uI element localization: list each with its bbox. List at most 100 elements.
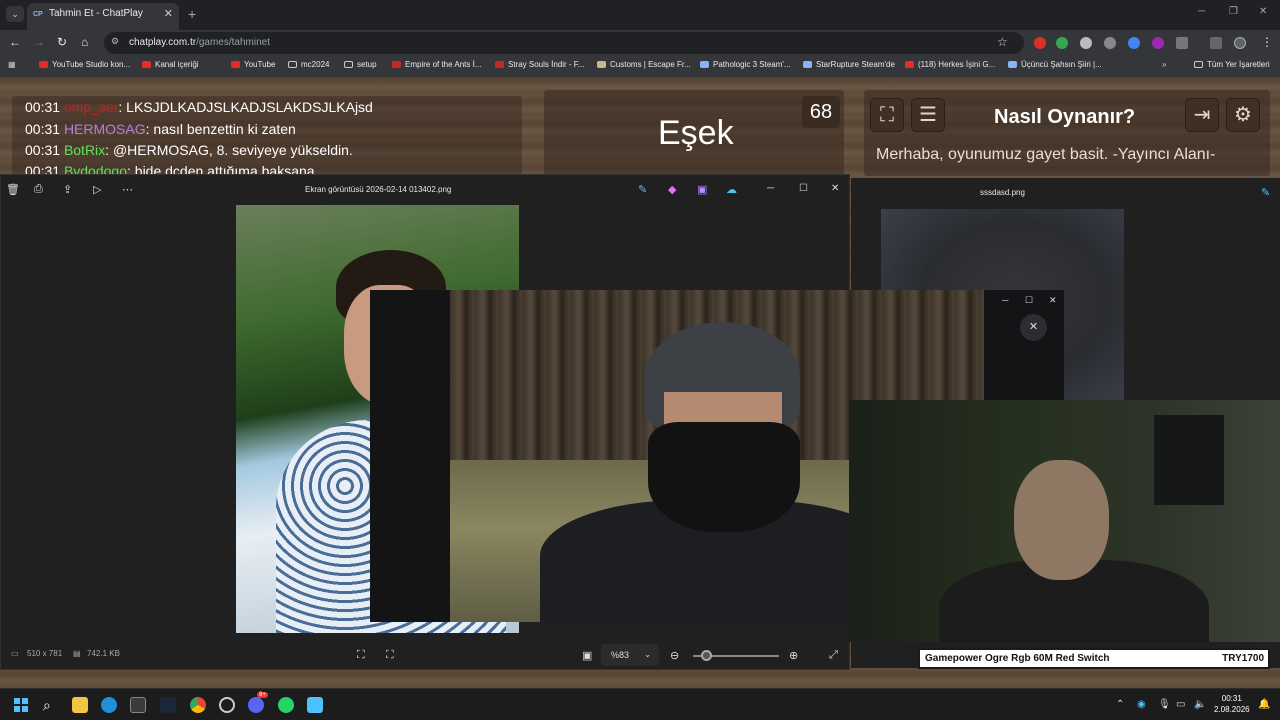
steam-icon [700, 61, 709, 68]
address-bar[interactable]: ⚙ chatplay.com.tr/games/tahminet ☆ [104, 32, 1024, 54]
crop-icon[interactable]: ⛶ [386, 649, 394, 662]
extension-red-icon[interactable] [1034, 37, 1046, 49]
restore-icon[interactable]: ❐ [1229, 6, 1238, 17]
expand-icon[interactable]: ⤢ [829, 649, 838, 662]
edit-icon[interactable]: ✎ [1261, 186, 1270, 199]
bookmark-item[interactable]: Empire of the Ants İ... [392, 60, 481, 69]
windows-start-icon[interactable] [14, 698, 28, 712]
new-tab-icon[interactable]: + [188, 6, 196, 22]
popup-maximize-icon[interactable]: ☐ [1025, 295, 1033, 306]
share-icon[interactable]: ⇪ [63, 183, 72, 196]
all-bookmarks-folder[interactable]: Tüm Yer İşaretleri [1194, 60, 1270, 69]
extension-grid-icon[interactable] [1080, 37, 1092, 49]
profile-avatar[interactable] [1234, 37, 1246, 49]
viewer-close-icon[interactable]: ✕ [831, 183, 839, 194]
tab-search-button[interactable]: ⌄ [6, 6, 24, 22]
bookmark-item[interactable]: Üçüncü Şahsın Şiiri |... [1008, 60, 1102, 69]
ticker-product: Gamepower Ogre Rgb 60M Red Switch [925, 653, 1110, 664]
close-window-icon[interactable]: ✕ [1259, 6, 1267, 17]
chat-message: 00:31 BotRix: @HERMOSAG, 8. seviyeye yük… [25, 142, 353, 158]
minimize-icon[interactable]: ─ [1198, 6, 1205, 17]
actual-size-icon[interactable]: ▣ [582, 649, 592, 662]
more-options-icon[interactable]: ⋯ [122, 183, 133, 196]
zoom-dropdown[interactable]: %83 ⌄ [601, 644, 659, 666]
bookmark-item[interactable]: StarRupture Steam'de [803, 60, 895, 69]
zoom-out-icon[interactable]: ⊖ [670, 649, 679, 662]
whatsapp-icon[interactable] [278, 697, 294, 713]
settings-gear-icon[interactable]: ⚙ [1226, 98, 1260, 132]
app-icon[interactable] [219, 697, 235, 713]
print-icon[interactable]: ⎙ [34, 183, 43, 196]
photos-icon[interactable] [307, 697, 323, 713]
viewer-minimize-icon[interactable]: ─ [767, 183, 774, 194]
site-info-icon[interactable]: ⚙ [111, 36, 119, 47]
bookmark-item[interactable]: Pathologic 3 Steam'... [700, 60, 791, 69]
exit-icon[interactable]: ⇥ [1185, 98, 1219, 132]
extension-purple-icon[interactable] [1152, 37, 1164, 49]
extension-blue-icon[interactable] [1128, 37, 1140, 49]
fullscreen-icon[interactable]: ⛶ [870, 98, 904, 132]
extension-green-icon[interactable] [1056, 37, 1068, 49]
zoom-in-icon[interactable]: ⊕ [789, 649, 798, 662]
document-icon[interactable]: ☰ [911, 98, 945, 132]
zoom-slider-knob[interactable] [701, 650, 712, 661]
popup-close-window-icon[interactable]: ✕ [1049, 295, 1057, 306]
slideshow-icon[interactable]: ▷ [93, 183, 101, 196]
steam-icon[interactable] [160, 697, 176, 713]
onedrive-cloud-icon[interactable]: ☁ [726, 183, 737, 196]
apps-grid-icon[interactable]: ▦ [8, 60, 16, 69]
chat-username[interactable]: HERMOSAG [64, 121, 146, 137]
bookmark-folder[interactable]: mc2024 [288, 60, 329, 69]
chatplay-favicon-icon: CP [33, 11, 43, 18]
clock[interactable]: 00:31 2.08.2026 [1214, 693, 1250, 715]
forward-icon[interactable]: → [33, 35, 45, 49]
tab-active[interactable]: CP Tahmin Et - ChatPlay ✕ [27, 3, 179, 30]
info-panel: ⛶ ☰ Nasıl Oynanır? ⇥ ⚙ Merhaba, oyunumuz… [864, 90, 1270, 176]
designer-icon[interactable]: ◆ [668, 183, 676, 196]
volume-icon[interactable]: 🔈 [1194, 699, 1206, 710]
reading-list-icon[interactable] [1210, 37, 1222, 49]
file-explorer-icon[interactable] [72, 697, 88, 713]
bookmark-item[interactable]: Kanal içeriği [142, 60, 199, 69]
back-icon[interactable]: ← [9, 35, 21, 49]
bookmark-item[interactable]: YouTube Studio kon... [39, 60, 130, 69]
reload-icon[interactable]: ↻ [57, 35, 67, 49]
viewer-maximize-icon[interactable]: ☐ [799, 183, 808, 194]
popup-close-icon[interactable]: ✕ [1020, 314, 1047, 341]
bookmark-item[interactable]: Customs | Escape Fr... [597, 60, 691, 69]
bookmark-item[interactable]: Stray Souls İndir - F... [495, 60, 584, 69]
more-bookmarks-icon[interactable]: » [1162, 60, 1166, 69]
chat-username[interactable]: omp_ser [64, 99, 118, 115]
network-icon[interactable]: ▭ [1176, 699, 1185, 710]
site-icon [495, 61, 504, 68]
discord-icon[interactable]: 9+ [248, 692, 268, 713]
clipchamp-icon[interactable]: ▣ [697, 183, 707, 196]
bookmark-item[interactable]: YouTube [231, 60, 275, 69]
howto-title: Nasıl Oynanır? [994, 106, 1136, 128]
search-icon[interactable]: ⌕ [43, 697, 59, 713]
edge-icon[interactable] [101, 697, 117, 713]
delete-icon[interactable]: 🗑 [6, 183, 20, 196]
chat-username[interactable]: BotRix [64, 142, 105, 158]
fit-icon[interactable]: ⛶ [357, 649, 365, 662]
extensions-puzzle-icon[interactable] [1176, 37, 1188, 49]
youtube-icon [231, 61, 240, 68]
notification-icon[interactable]: 🔔 [1258, 699, 1270, 710]
tray-app-icon[interactable]: ◉ [1137, 699, 1146, 710]
menu-kebab-icon[interactable]: ⋮ [1261, 35, 1273, 49]
extension-gray-icon[interactable] [1104, 37, 1116, 49]
microphone-icon[interactable]: 🎙 [1158, 699, 1171, 710]
steam-icon [803, 61, 812, 68]
tab-close-icon[interactable]: ✕ [164, 3, 173, 25]
tray-chevron-icon[interactable]: ⌃ [1116, 699, 1124, 710]
product-ticker: Gamepower Ogre Rgb 60M Red Switch TRY170… [918, 648, 1270, 669]
edit-icon[interactable]: ✎ [638, 183, 647, 196]
bookmark-star-icon[interactable]: ☆ [997, 35, 1008, 49]
bookmark-folder[interactable]: setup [344, 60, 377, 69]
store-icon[interactable] [130, 697, 146, 713]
zoom-slider[interactable] [693, 650, 779, 661]
popup-minimize-icon[interactable]: ─ [1002, 295, 1008, 305]
bookmark-item[interactable]: (118) Herkes İşini G... [905, 60, 995, 69]
home-icon[interactable]: ⌂ [81, 35, 88, 49]
chrome-icon[interactable] [190, 697, 206, 713]
